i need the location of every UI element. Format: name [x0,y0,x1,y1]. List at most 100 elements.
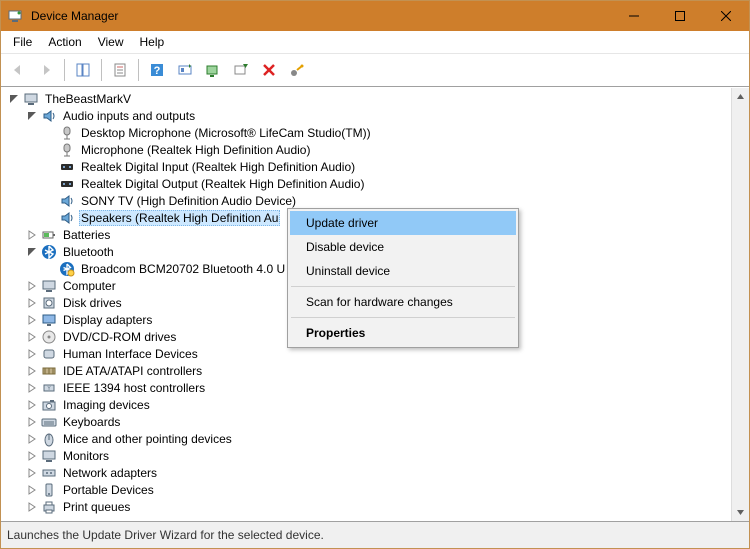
expand-toggle[interactable] [25,449,39,463]
expand-toggle[interactable] [7,92,21,106]
disable-device-button[interactable] [284,57,310,83]
tree-row[interactable]: IDE ATA/ATAPI controllers [1,362,731,379]
digital-audio-icon [59,176,75,192]
expand-toggle[interactable] [25,228,39,242]
expand-toggle[interactable] [25,347,39,361]
expand-toggle[interactable] [25,313,39,327]
tree-item-label: Realtek Digital Input (Realtek High Defi… [79,160,357,174]
tree-item-label: Audio inputs and outputs [61,109,197,123]
tree-item-label: Human Interface Devices [61,347,200,361]
computer-icon [41,278,57,294]
help-button[interactable]: ? [144,57,170,83]
expand-toggle[interactable] [25,381,39,395]
expand-toggle[interactable] [25,483,39,497]
menu-action[interactable]: Action [40,33,89,51]
scan-hardware-button[interactable] [172,57,198,83]
tree-item-label: TheBeastMarkV [43,92,133,106]
tree-row[interactable]: Microphone (Realtek High Definition Audi… [1,141,731,158]
tree-item-label: SONY TV (High Definition Audio Device) [79,194,298,208]
tree-item-label: Bluetooth [61,245,116,259]
tree-row[interactable]: Desktop Microphone (Microsoft® LifeCam S… [1,124,731,141]
tree-item-label: Disk drives [61,296,124,310]
expand-toggle[interactable] [25,364,39,378]
back-button[interactable] [5,57,31,83]
tree-row[interactable]: Realtek Digital Output (Realtek High Def… [1,175,731,192]
tree-item-label: Network adapters [61,466,159,480]
expand-toggle[interactable] [25,432,39,446]
app-icon [7,8,23,24]
toolbar-separator [101,59,102,81]
scroll-up-icon[interactable] [732,88,749,105]
menu-help[interactable]: Help [132,33,173,51]
tree-item-label: Microphone (Realtek High Definition Audi… [79,143,312,157]
menu-file[interactable]: File [5,33,40,51]
tree-row[interactable]: Realtek Digital Input (Realtek High Defi… [1,158,731,175]
tree-item-label: Broadcom BCM20702 Bluetooth 4.0 U [79,262,287,276]
close-button[interactable] [703,1,749,31]
tree-item-label: Keyboards [61,415,122,429]
tree-item-label: DVD/CD-ROM drives [61,330,178,344]
mic-icon [59,125,75,141]
tree-row[interactable]: Monitors [1,447,731,464]
speaker-icon [41,108,57,124]
tree-row[interactable]: YIEEE 1394 host controllers [1,379,731,396]
speaker-icon [59,210,75,226]
forward-button[interactable] [33,57,59,83]
vertical-scrollbar[interactable] [731,88,749,521]
scroll-down-icon[interactable] [732,504,749,521]
firewire-icon: Y [41,380,57,396]
maximize-button[interactable] [657,1,703,31]
printer-icon [41,499,57,515]
tree-row[interactable]: SONY TV (High Definition Audio Device) [1,192,731,209]
mic-icon [59,142,75,158]
tree-item-label: IDE ATA/ATAPI controllers [61,364,204,378]
tree-row[interactable]: Network adapters [1,464,731,481]
expand-toggle[interactable] [25,500,39,514]
expand-toggle[interactable] [25,398,39,412]
properties-button[interactable] [107,57,133,83]
expand-toggle[interactable] [25,330,39,344]
expand-toggle[interactable] [25,109,39,123]
expand-toggle[interactable] [25,296,39,310]
tree-item-label: Print queues [61,500,132,514]
keyboard-icon [41,414,57,430]
show-hide-tree-button[interactable] [70,57,96,83]
tree-item-label: Speakers (Realtek High Definition Au [79,210,280,226]
tree-item-label: Mice and other pointing devices [61,432,234,446]
context-menu-item[interactable]: Properties [290,321,516,345]
tree-row[interactable]: Imaging devices [1,396,731,413]
menu-bar: File Action View Help [1,31,749,54]
uninstall-device-button[interactable] [228,57,254,83]
network-icon [41,465,57,481]
menu-view[interactable]: View [90,33,132,51]
expand-toggle[interactable] [25,466,39,480]
toolbar: ? [1,54,749,87]
titlebar[interactable]: Device Manager [1,1,749,31]
tree-item-label: Desktop Microphone (Microsoft® LifeCam S… [79,126,373,140]
tree-item-label: Display adapters [61,313,154,327]
tree-row[interactable]: Keyboards [1,413,731,430]
tree-item-label: Imaging devices [61,398,152,412]
minimize-button[interactable] [611,1,657,31]
tree-row[interactable]: Portable Devices [1,481,731,498]
context-menu-item[interactable]: Disable device [290,235,516,259]
computer-icon [23,91,39,107]
optical-icon [41,329,57,345]
context-menu-item[interactable]: Update driver [290,211,516,235]
tree-item-label: Batteries [61,228,112,242]
app-window: Device Manager File Action View Help ? T… [0,0,750,549]
context-menu-item[interactable]: Scan for hardware changes [290,290,516,314]
expand-toggle[interactable] [25,415,39,429]
tree-row[interactable]: Audio inputs and outputs [1,107,731,124]
update-driver-button[interactable] [200,57,226,83]
delete-button[interactable] [256,57,282,83]
expand-toggle[interactable] [25,279,39,293]
tree-row[interactable]: TheBeastMarkV [1,90,731,107]
expand-toggle[interactable] [25,245,39,259]
camera-icon [41,397,57,413]
portable-icon [41,482,57,498]
tree-row[interactable]: Print queues [1,498,731,515]
context-menu-item[interactable]: Uninstall device [290,259,516,283]
speaker-icon [59,193,75,209]
tree-row[interactable]: Mice and other pointing devices [1,430,731,447]
